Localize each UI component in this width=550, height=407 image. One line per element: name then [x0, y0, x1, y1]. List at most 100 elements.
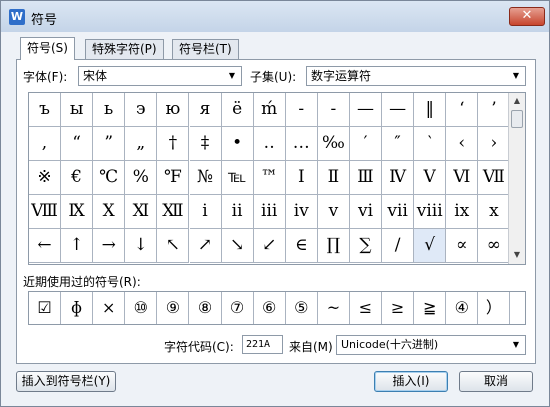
- symbol-cell[interactable]: →: [93, 229, 126, 263]
- symbol-cell[interactable]: ь: [93, 93, 126, 127]
- tab-symbol-bar[interactable]: 符号栏(T): [172, 39, 239, 59]
- symbol-cell[interactable]: •: [221, 127, 254, 161]
- symbol-cell[interactable]: „: [125, 127, 158, 161]
- recent-symbol-cell[interactable]: ɸ: [61, 292, 94, 324]
- encoding-select[interactable]: Unicode(十六进制) ▼: [336, 335, 526, 355]
- symbol-cell[interactable]: ⅵ: [350, 195, 382, 229]
- recent-symbol-cell[interactable]: ⑨: [157, 292, 190, 324]
- symbol-cell[interactable]: ∈: [285, 229, 318, 263]
- symbol-cell[interactable]: -: [285, 93, 318, 127]
- recent-symbol-cell[interactable]: ④: [446, 292, 479, 324]
- recent-symbol-cell[interactable]: ⑩: [125, 292, 158, 324]
- symbol-cell[interactable]: Ⅷ: [29, 195, 61, 229]
- tab-special-chars[interactable]: 特殊字符(P): [85, 39, 164, 59]
- recent-symbol-cell[interactable]: ⑦: [222, 292, 254, 324]
- recent-symbol-cell[interactable]: ）: [478, 292, 511, 324]
- symbol-cell[interactable]: ∏: [317, 229, 350, 263]
- cancel-button[interactable]: 取消: [459, 371, 533, 392]
- symbol-cell[interactable]: ↓: [125, 229, 158, 263]
- recent-symbol-cell[interactable]: ≤: [350, 292, 382, 324]
- symbol-cell[interactable]: Ⅺ: [125, 195, 158, 229]
- symbol-cell[interactable]: ‘: [446, 93, 479, 127]
- symbol-cell[interactable]: Ⅰ: [285, 161, 318, 195]
- symbol-cell[interactable]: ↑: [61, 229, 94, 263]
- symbol-cell[interactable]: ↙: [253, 229, 286, 263]
- symbol-cell[interactable]: ′: [350, 127, 382, 161]
- symbol-cell[interactable]: ⅷ: [414, 195, 447, 229]
- symbol-cell[interactable]: Ⅴ: [414, 161, 447, 195]
- symbol-cell[interactable]: ‵: [414, 127, 447, 161]
- title-bar[interactable]: W 符号 ✕: [1, 1, 549, 32]
- symbol-cell[interactable]: ё: [221, 93, 254, 127]
- symbol-cell[interactable]: ⅲ: [253, 195, 286, 229]
- symbol-cell[interactable]: ’: [478, 93, 511, 127]
- symbol-cell[interactable]: ‰: [317, 127, 350, 161]
- symbol-cell[interactable]: ⅴ: [317, 195, 350, 229]
- symbol-cell[interactable]: ъ: [29, 93, 61, 127]
- symbol-cell[interactable]: €: [61, 161, 94, 195]
- insert-button[interactable]: 插入(I): [374, 371, 448, 392]
- symbol-cell[interactable]: ⅱ: [221, 195, 254, 229]
- symbol-cell[interactable]: ∕: [382, 229, 415, 263]
- symbol-cell[interactable]: ↖: [157, 229, 190, 263]
- symbol-cell[interactable]: ℉: [157, 161, 190, 195]
- symbol-cell[interactable]: ⅹ: [478, 195, 511, 229]
- symbol-cell[interactable]: -: [317, 93, 350, 127]
- symbol-cell[interactable]: ›: [478, 127, 511, 161]
- scroll-up-icon[interactable]: ▲: [509, 93, 525, 109]
- symbol-cell[interactable]: ⅸ: [446, 195, 479, 229]
- symbol-cell[interactable]: э: [125, 93, 158, 127]
- symbol-cell[interactable]: ḿ: [253, 93, 286, 127]
- char-code-input[interactable]: 221A: [242, 335, 283, 354]
- scroll-thumb[interactable]: [511, 110, 523, 128]
- symbol-cell[interactable]: ″: [382, 127, 415, 161]
- symbol-cell[interactable]: ℃: [93, 161, 126, 195]
- symbol-cell[interactable]: Ⅵ: [446, 161, 479, 195]
- recent-symbol-cell[interactable]: ☑: [29, 292, 61, 324]
- symbol-cell[interactable]: Ⅲ: [350, 161, 382, 195]
- symbol-cell[interactable]: √: [414, 229, 447, 263]
- recent-symbol-cell[interactable]: ⑤: [286, 292, 318, 324]
- symbol-cell[interactable]: ‖: [414, 93, 447, 127]
- symbol-cell[interactable]: ←: [29, 229, 61, 263]
- symbol-cell[interactable]: ⅳ: [285, 195, 318, 229]
- symbol-cell[interactable]: ”: [93, 127, 126, 161]
- symbol-cell[interactable]: ‡: [189, 127, 222, 161]
- symbol-cell[interactable]: “: [61, 127, 94, 161]
- symbol-cell[interactable]: ы: [61, 93, 94, 127]
- symbol-cell[interactable]: ,: [29, 127, 61, 161]
- symbol-cell[interactable]: Ⅹ: [93, 195, 126, 229]
- symbol-cell[interactable]: ⅶ: [382, 195, 415, 229]
- symbol-cell[interactable]: ∝: [446, 229, 479, 263]
- scroll-down-icon[interactable]: ▼: [509, 247, 525, 263]
- symbol-cell[interactable]: †: [157, 127, 190, 161]
- close-button[interactable]: ✕: [509, 7, 545, 26]
- symbol-cell[interactable]: ※: [29, 161, 61, 195]
- insert-to-bar-button[interactable]: 插入到符号栏(Y): [16, 371, 116, 392]
- recent-symbol-cell[interactable]: ~: [318, 292, 350, 324]
- symbol-cell[interactable]: ∞: [478, 229, 511, 263]
- symbol-cell[interactable]: %: [125, 161, 158, 195]
- symbol-cell[interactable]: №: [189, 161, 222, 195]
- symbol-cell[interactable]: ⅰ: [189, 195, 222, 229]
- recent-symbol-cell[interactable]: ≥: [382, 292, 415, 324]
- symbol-cell[interactable]: ℡: [221, 161, 254, 195]
- subset-select[interactable]: 数字运算符 ▼: [306, 66, 526, 86]
- vertical-scrollbar[interactable]: ▲ ▼: [508, 93, 525, 264]
- symbol-cell[interactable]: —: [382, 93, 415, 127]
- recent-symbol-cell[interactable]: ⑥: [254, 292, 286, 324]
- symbol-cell[interactable]: Ⅻ: [157, 195, 190, 229]
- symbol-cell[interactable]: ↗: [189, 229, 222, 263]
- symbol-cell[interactable]: ↘: [221, 229, 254, 263]
- font-select[interactable]: 宋体 ▼: [78, 66, 242, 86]
- symbol-cell[interactable]: Ⅸ: [61, 195, 94, 229]
- symbol-cell[interactable]: ‹: [446, 127, 479, 161]
- symbol-cell[interactable]: Ⅱ: [317, 161, 350, 195]
- symbol-cell[interactable]: Ⅶ: [478, 161, 511, 195]
- symbol-cell[interactable]: Ⅳ: [382, 161, 415, 195]
- recent-symbol-cell[interactable]: ×: [93, 292, 126, 324]
- recent-symbol-cell[interactable]: ⑧: [190, 292, 222, 324]
- symbol-cell[interactable]: ю: [157, 93, 190, 127]
- symbol-cell[interactable]: ™: [253, 161, 286, 195]
- symbol-cell[interactable]: ∑: [350, 229, 382, 263]
